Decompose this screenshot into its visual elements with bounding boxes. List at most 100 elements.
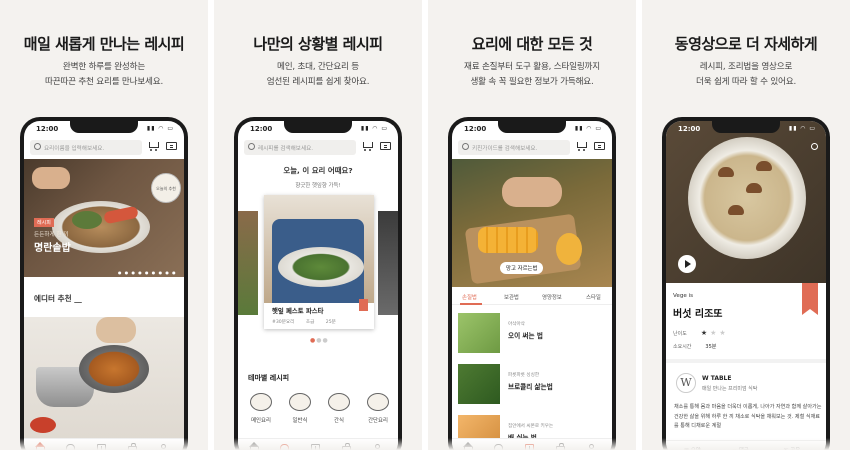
list-item-kicker: 집안에서 씨몬로 키우는 xyxy=(508,424,554,429)
hero-tag: 레시피 xyxy=(34,218,54,227)
card-pager[interactable]: ●●● xyxy=(310,337,329,344)
bottom-fade xyxy=(0,438,208,450)
bottom-fade xyxy=(428,438,636,450)
fry-basket-image xyxy=(79,345,149,393)
guide-tabs: 손질법 보관법 영양정보 스타일 xyxy=(452,291,612,305)
status-icons: ▮▮ ◠ ▭ xyxy=(788,125,816,132)
next-card-peek[interactable] xyxy=(378,211,398,315)
phone-screen: 12:00 ▮▮ ◠ ▭ 요리이름을 입력해보세요. 오늘의 추천 레시피 든든… xyxy=(24,121,184,450)
divider xyxy=(666,359,826,363)
theme-list: 메인요리 일반식 간식 간단요리 xyxy=(242,393,398,439)
list-item-title: 브로콜리 삶는법 xyxy=(508,383,553,391)
recipe-card-meta: #30분요리 초급 25분 xyxy=(272,320,336,325)
carousel-dots[interactable]: ● ● ● ● ● ● ● ● ● xyxy=(118,270,177,275)
status-icons: ▮▮ ◠ ▭ xyxy=(360,125,388,132)
ticket-icon[interactable] xyxy=(380,142,391,150)
phone-frame: 12:00 ▮▮ ◠ ▭ Vege is 버섯 리조또 난이도 ★★★ 소요시간… xyxy=(662,117,830,450)
panel-subtitle: 재료 손질부터 도구 활용, 스타일링까지 생활 속 꼭 필요한 정보가 가득해… xyxy=(464,62,600,87)
recipe-info: 난이도 ★★★ 소요시간 35분 xyxy=(673,327,729,354)
list-item-thumb xyxy=(458,364,500,404)
prev-card-peek[interactable] xyxy=(238,211,258,315)
question-subheading: 향긋한 햇잎향 가득! xyxy=(295,183,341,189)
drink-icon xyxy=(328,393,350,411)
editor-pick-image[interactable] xyxy=(24,317,184,450)
panel-situation-recipes: 나만의 상황별 레시피 메인, 초대, 간단요리 등 엄선된 레시피를 쉽게 찾… xyxy=(214,0,422,450)
panel-video-recipes: 동영상으로 더 자세하게 레시피, 조리법을 영상으로 더욱 쉽게 따라 할 수… xyxy=(642,0,850,450)
status-time: 12:00 xyxy=(36,125,59,133)
cart-icon[interactable] xyxy=(148,141,159,151)
tab-storage[interactable]: 보관법 xyxy=(504,293,519,301)
mushroom-image xyxy=(756,161,772,171)
list-item-thumb xyxy=(458,313,500,353)
chicken-icon xyxy=(250,393,272,411)
recommend-stamp: 오늘의 추천 xyxy=(151,173,181,203)
bottom-fade xyxy=(642,438,850,450)
recipe-card[interactable]: 햇잎 페스토 파스타 #30분요리 초급 25분 xyxy=(264,195,374,329)
phone-frame: 12:00 ▮▮ ◠ ▭ 요리이름을 입력해보세요. 오늘의 추천 레시피 든든… xyxy=(20,117,188,450)
search-row: 레시피를 검색해보세요. xyxy=(244,140,392,155)
time-value: 35분 xyxy=(705,344,717,350)
ticket-icon[interactable] xyxy=(166,142,177,150)
list-item-kicker: 아삭아삭 xyxy=(508,322,525,327)
theme-item[interactable]: 일반식 xyxy=(281,393,319,424)
phone-screen: 12:00 ▮▮ ◠ ▭ 레시피를 검색해보세요. 오늘, 이 요리 어때요? … xyxy=(238,121,398,450)
themed-section-title: 테마별 레시피 xyxy=(248,374,290,382)
play-icon[interactable] xyxy=(678,255,696,273)
video-player[interactable]: 12:00 ▮▮ ◠ ▭ xyxy=(666,121,826,283)
phone-notch xyxy=(712,121,780,133)
panel-title: 동영상으로 더 자세하게 xyxy=(674,35,818,53)
tab-style[interactable]: 스타일 xyxy=(586,293,601,301)
cart-icon[interactable] xyxy=(362,141,373,151)
panel-title: 요리에 대한 모든 것 xyxy=(471,35,593,53)
theme-item[interactable]: 메인요리 xyxy=(242,393,280,424)
tab-prep[interactable]: 손질법 xyxy=(460,293,482,305)
question-heading: 오늘, 이 요리 어때요? xyxy=(283,166,353,175)
mushroom-image xyxy=(718,167,734,177)
theme-item[interactable]: 간식 xyxy=(320,393,358,424)
bookmark-icon[interactable] xyxy=(802,283,818,315)
phone-frame: 12:00 ▮▮ ◠ ▭ 키친가이드를 검색해보세요. 망고 자르는법 손질법 … xyxy=(448,117,616,450)
publisher-logo[interactable]: W xyxy=(676,373,696,393)
search-input[interactable]: 요리이름을 입력해보세요. xyxy=(30,140,142,155)
theme-item[interactable]: 간단요리 xyxy=(359,393,397,424)
difficulty-stars: ★★★ xyxy=(700,329,729,337)
cart-icon[interactable] xyxy=(576,141,587,151)
risotto-plate-image xyxy=(688,137,806,259)
recipe-brand: Vege is xyxy=(673,293,694,299)
hero-subtitle: 든든하게 한 끼 xyxy=(34,232,69,238)
hero-banner[interactable]: 오늘의 추천 레시피 든든하게 한 끼 명란솥밥 ● ● ● ● ● ● ● ●… xyxy=(24,159,184,277)
recipe-name: 버섯 리조또 xyxy=(673,309,723,320)
search-icon xyxy=(248,143,255,150)
sauce-image xyxy=(30,417,56,433)
recipe-card-title: 햇잎 페스토 파스타 xyxy=(272,307,324,315)
search-input[interactable]: 레시피를 검색해보세요. xyxy=(244,140,356,155)
status-time: 12:00 xyxy=(678,125,701,133)
mango-slices-image xyxy=(478,227,538,253)
panel-subtitle: 메인, 초대, 간단요리 등 엄선된 레시피를 쉽게 찾아요. xyxy=(266,62,370,87)
publisher-subtitle: 매일 만나는 프리미엄 식탁 xyxy=(702,386,758,392)
arm-image xyxy=(96,317,136,343)
search-row: 요리이름을 입력해보세요. xyxy=(30,140,178,155)
bookmark-icon[interactable] xyxy=(359,299,368,311)
status-time: 12:00 xyxy=(464,125,487,133)
phone-screen: 12:00 ▮▮ ◠ ▭ 키친가이드를 검색해보세요. 망고 자르는법 손질법 … xyxy=(452,121,612,450)
hero-title: 명란솥밥 xyxy=(34,243,71,254)
search-row: 키친가이드를 검색해보세요. xyxy=(458,140,606,155)
search-icon xyxy=(34,143,41,150)
app-store-screenshots: 매일 새롭게 만나는 레시피 완벽한 하루를 완성하는 따끈따끈 추천 요리를 … xyxy=(0,0,850,450)
publisher-name[interactable]: W TABLE xyxy=(702,375,731,382)
section-title: 에디터 추천 __ xyxy=(34,294,82,303)
hand-image xyxy=(32,167,70,189)
list-item[interactable]: 파릇파릇 싱싱한 브로콜리 삶는법 xyxy=(458,364,608,410)
pasta-plate-image xyxy=(278,247,364,287)
search-icon[interactable] xyxy=(811,143,818,150)
tab-nutrition[interactable]: 영양정보 xyxy=(542,293,562,301)
search-input[interactable]: 키친가이드를 검색해보세요. xyxy=(458,140,570,155)
list-item[interactable]: 아삭아삭 오이 써는 법 xyxy=(458,313,608,359)
status-time: 12:00 xyxy=(250,125,273,133)
ticket-icon[interactable] xyxy=(594,142,605,150)
list-item-title: 오이 써는 법 xyxy=(508,332,543,340)
recipe-description: 채소를 통해 몸과 마음을 더욱더 이롭게, 나아가 자연과 함께 살아가는 건… xyxy=(674,404,822,429)
guide-hero-image[interactable]: 망고 자르는법 xyxy=(452,159,612,287)
whole-mango-image xyxy=(556,233,582,265)
